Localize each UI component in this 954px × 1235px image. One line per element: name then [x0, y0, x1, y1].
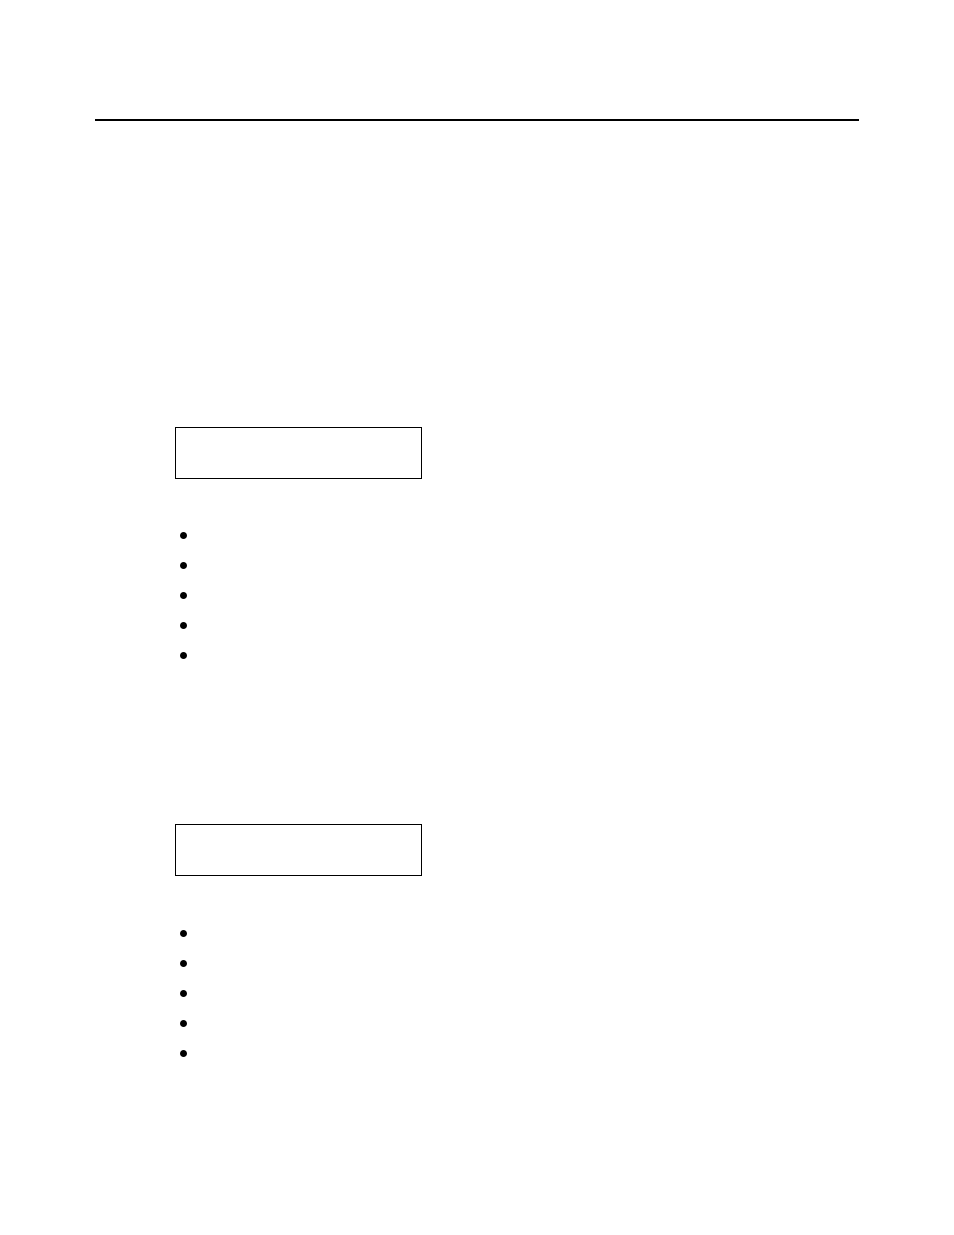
list-item: [180, 580, 210, 610]
document-page: [0, 0, 954, 1235]
bullet-list-1: [180, 520, 210, 670]
bullet-list-2: [180, 918, 210, 1068]
framed-box-1: [175, 427, 422, 479]
list-item: [180, 550, 210, 580]
list-item: [180, 1038, 210, 1068]
list-item: [180, 978, 210, 1008]
list-item: [180, 520, 210, 550]
horizontal-rule: [95, 119, 859, 121]
list-item: [180, 610, 210, 640]
list-item: [180, 640, 210, 670]
list-item: [180, 918, 210, 948]
framed-box-2: [175, 824, 422, 876]
list-item: [180, 1008, 210, 1038]
list-item: [180, 948, 210, 978]
